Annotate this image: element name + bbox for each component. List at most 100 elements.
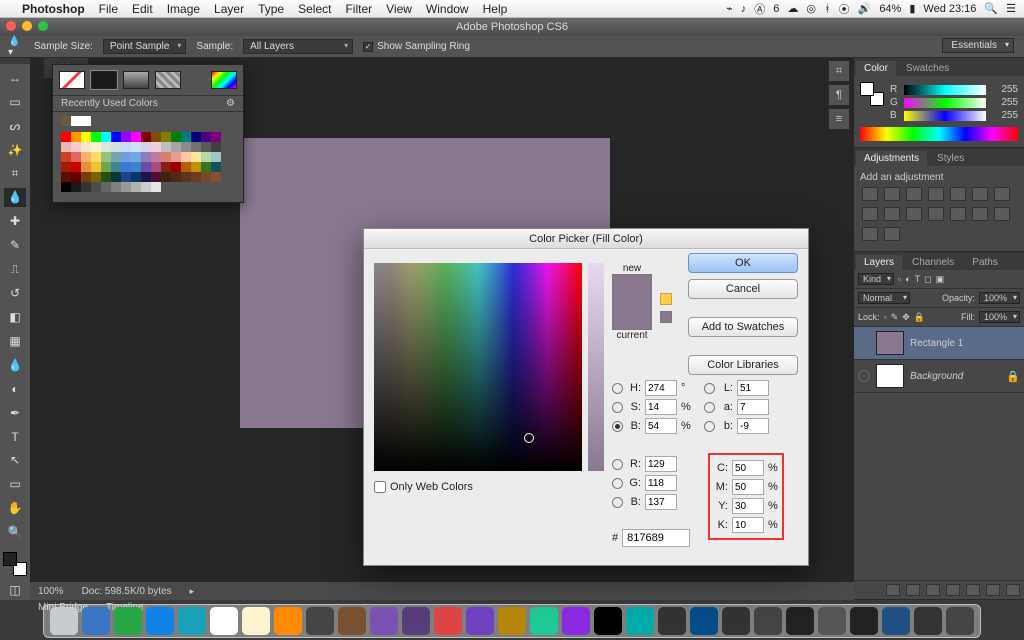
show-sampling-ring-checkbox[interactable]: ✓ Show Sampling Ring (363, 41, 470, 52)
hue-slider[interactable] (588, 263, 604, 471)
swatch[interactable] (201, 142, 211, 152)
swatch[interactable] (211, 132, 221, 142)
menu-layer[interactable]: Layer (214, 2, 244, 16)
swatch[interactable] (191, 172, 201, 182)
swatch[interactable] (151, 162, 161, 172)
dock-app-icon[interactable] (338, 607, 366, 635)
k-field[interactable] (732, 517, 764, 533)
sample-layers-dropdown[interactable]: All Layers (243, 39, 353, 54)
pen-tool-icon[interactable]: ✒ (4, 403, 26, 423)
swatch[interactable] (141, 162, 151, 172)
layer-row[interactable]: Rectangle 1 (854, 327, 1024, 360)
no-fill-button[interactable] (59, 71, 85, 89)
g-radio[interactable] (612, 478, 623, 489)
swatch[interactable] (151, 172, 161, 182)
volume-icon[interactable]: 🔊 (858, 2, 872, 15)
swatch[interactable] (211, 162, 221, 172)
swatch[interactable] (201, 162, 211, 172)
adjustment-threshold-icon[interactable] (972, 207, 988, 221)
gear-icon[interactable]: ⚙ (226, 98, 235, 109)
menubar-spaces-icon[interactable]: 6 (773, 3, 779, 15)
clone-stamp-tool-icon[interactable]: ⎍ (4, 259, 26, 279)
dock-app-icon[interactable] (146, 607, 174, 635)
new-current-preview[interactable] (612, 274, 652, 330)
swatch[interactable] (131, 182, 141, 192)
dock-app-icon[interactable] (306, 607, 334, 635)
swatch[interactable] (191, 152, 201, 162)
ok-button[interactable]: OK (688, 253, 798, 273)
blend-mode-dropdown[interactable]: Normal (858, 292, 910, 304)
b-field[interactable] (645, 418, 677, 434)
gradient-tool-icon[interactable]: ▦ (4, 331, 26, 351)
swatch[interactable] (181, 162, 191, 172)
gradient-fill-button[interactable] (123, 71, 149, 89)
swatch[interactable] (161, 152, 171, 162)
hex-field[interactable] (622, 529, 690, 547)
menu-view[interactable]: View (386, 2, 412, 16)
close-icon[interactable] (6, 21, 16, 31)
l-radio[interactable] (704, 383, 715, 394)
quick-mask-icon[interactable]: ◫ (4, 580, 26, 600)
swatch[interactable] (91, 142, 101, 152)
dock-app-icon[interactable] (434, 607, 462, 635)
swatch[interactable] (191, 142, 201, 152)
m-field[interactable] (732, 479, 764, 495)
b-slider[interactable] (904, 111, 986, 121)
swatch[interactable] (121, 132, 131, 142)
foreground-color-swatch[interactable] (3, 552, 17, 566)
layer-mask-icon[interactable] (926, 584, 940, 596)
crop-tool-icon[interactable]: ⌗ (4, 164, 26, 184)
dock-app-icon[interactable] (50, 607, 78, 635)
swatch[interactable] (81, 132, 91, 142)
g-field[interactable] (645, 475, 677, 491)
swatch[interactable] (141, 172, 151, 182)
menubar-extra-icon[interactable]: ⌁ (726, 2, 733, 15)
swatch[interactable] (211, 152, 221, 162)
lock-pixels-icon[interactable]: ✎ (891, 312, 899, 323)
adjustment-vibrance-icon[interactable] (950, 187, 966, 201)
adjustment-curves-icon[interactable] (906, 187, 922, 201)
swatch[interactable] (101, 152, 111, 162)
collapsed-panel-icon[interactable]: ⌗ (828, 60, 850, 82)
magic-wand-tool-icon[interactable]: ✨ (4, 140, 26, 160)
swatch[interactable] (111, 182, 121, 192)
healing-brush-tool-icon[interactable]: ✚ (4, 211, 26, 231)
swatch[interactable] (141, 142, 151, 152)
swatch[interactable] (181, 132, 191, 142)
swatch[interactable] (111, 172, 121, 182)
delete-layer-icon[interactable] (1006, 584, 1020, 596)
collapsed-panel-icon[interactable]: ≡ (828, 108, 850, 130)
y-field[interactable] (732, 498, 764, 514)
zoom-icon[interactable] (38, 21, 48, 31)
blue-radio[interactable] (612, 497, 623, 508)
eyedropper-tool-icon[interactable]: 💧 (4, 188, 26, 208)
layer-row[interactable]: Background 🔒 (854, 360, 1024, 393)
type-tool-icon[interactable]: T (4, 427, 26, 447)
lab-b-radio[interactable] (704, 421, 715, 432)
swatch[interactable] (151, 142, 161, 152)
menu-image[interactable]: Image (167, 2, 200, 16)
menubar-extra-icon[interactable]: ♪ (741, 3, 747, 15)
swatch[interactable] (161, 172, 171, 182)
tab-color[interactable]: Color (856, 61, 896, 76)
tab-channels[interactable]: Channels (904, 255, 962, 270)
workspace-switcher[interactable]: Essentials (942, 38, 1014, 53)
swatch[interactable] (61, 162, 71, 172)
adjustment-selectivecolor-icon[interactable] (862, 227, 878, 241)
opacity-field[interactable]: 100% (979, 292, 1020, 304)
swatch[interactable] (121, 172, 131, 182)
swatch[interactable] (71, 152, 81, 162)
b-radio[interactable] (612, 421, 623, 432)
swatch[interactable] (131, 142, 141, 152)
adjustment-posterize-icon[interactable] (950, 207, 966, 221)
swatch[interactable] (171, 172, 181, 182)
adjustment-more-icon[interactable] (884, 227, 900, 241)
dock-app-icon[interactable] (754, 607, 782, 635)
pattern-fill-button[interactable] (155, 71, 181, 89)
swatch[interactable] (131, 132, 141, 142)
swatch[interactable] (111, 132, 121, 142)
h-radio[interactable] (612, 383, 623, 394)
dodge-tool-icon[interactable]: ◐ (4, 379, 26, 399)
swatch[interactable] (161, 132, 171, 142)
tab-styles[interactable]: Styles (929, 151, 972, 166)
